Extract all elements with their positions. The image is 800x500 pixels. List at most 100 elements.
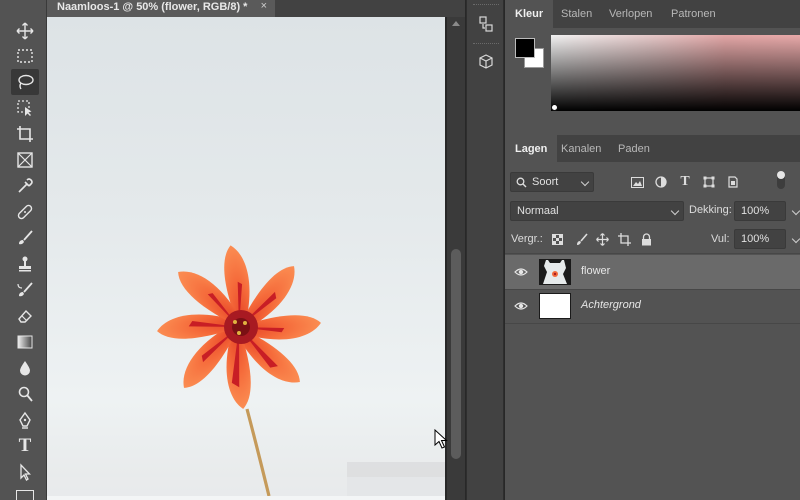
opacity-input[interactable]: 100% <box>734 201 800 221</box>
lock-position-icon[interactable] <box>594 231 610 247</box>
layer-filter-label: Soort <box>532 176 559 188</box>
scroll-thumb[interactable] <box>451 249 461 459</box>
eyedropper-tool[interactable] <box>11 173 39 199</box>
eye-icon[interactable] <box>514 299 528 313</box>
fill-label: Vul: <box>711 233 730 245</box>
clone-stamp-tool[interactable] <box>11 251 39 277</box>
chevron-down-icon <box>670 206 680 216</box>
lasso-tool[interactable] <box>11 69 39 95</box>
eyedropper-icon <box>18 178 33 193</box>
layer-thumbnail <box>539 259 571 285</box>
tab-kleur[interactable]: Kleur <box>505 0 554 28</box>
opacity-value: 100% <box>741 205 770 217</box>
layer-filter-select[interactable]: Soort <box>510 172 594 192</box>
layer-thumbnail <box>539 293 571 319</box>
tab-verlopen[interactable]: Verlopen <box>599 0 662 28</box>
object-selection-tool[interactable] <box>11 95 39 121</box>
crop-tool[interactable] <box>11 121 39 147</box>
brush-tool[interactable] <box>11 225 39 251</box>
bandage-icon <box>17 204 33 220</box>
color-spectrum[interactable] <box>551 35 800 111</box>
blur-tool[interactable] <box>11 355 39 381</box>
3d-panel-button[interactable] <box>472 48 500 76</box>
smart-object-filter-icon[interactable] <box>725 174 741 190</box>
filter-toggle-switch[interactable] <box>777 171 785 189</box>
document-title: Naamloos-1 @ 50% (flower, RGB/8) * <box>57 1 248 13</box>
blend-mode-select[interactable]: Normaal <box>510 201 684 221</box>
frame-tool[interactable] <box>11 147 39 173</box>
history-panel-button[interactable] <box>472 10 500 38</box>
lock-image-pixels-icon[interactable] <box>573 231 589 247</box>
history-brush-tool[interactable] <box>11 277 39 303</box>
dodge-icon <box>18 386 33 402</box>
spectrum-picker-marker[interactable] <box>551 104 558 111</box>
search-icon <box>516 177 527 188</box>
layer-separator <box>505 323 800 324</box>
lock-label: Vergr.: <box>511 233 543 245</box>
filter-toggle-knob <box>777 171 785 179</box>
blend-mode-value: Normaal <box>517 205 559 217</box>
vertical-scrollbar[interactable] <box>447 17 465 500</box>
tab-stalen[interactable]: Stalen <box>551 0 602 28</box>
layers-panel: Soort T Normaal Dekking: 100% Vergr.: Vu… <box>505 162 800 500</box>
brush-icon <box>19 230 33 245</box>
tab-patronen[interactable]: Patronen <box>661 0 726 28</box>
move-tool[interactable] <box>11 18 39 44</box>
document-tabbar <box>275 0 465 17</box>
path-selection-tool[interactable] <box>11 459 39 485</box>
panel-dock <box>466 0 504 500</box>
color-panel-tabs: Kleur Stalen Verlopen Patronen <box>505 0 800 28</box>
image-filter-icon[interactable] <box>629 174 645 190</box>
history-brush-icon <box>17 282 33 297</box>
chevron-down-icon <box>580 177 590 187</box>
tools-panel: T <box>0 0 47 500</box>
scroll-up-icon[interactable] <box>452 21 460 26</box>
rectangle-tool-icon[interactable] <box>16 490 34 500</box>
flower-image <box>47 245 445 496</box>
object-select-icon <box>17 100 32 116</box>
layer-name[interactable]: Achtergrond <box>581 299 641 311</box>
type-tool[interactable]: T <box>11 433 39 459</box>
eye-icon[interactable] <box>514 265 528 279</box>
adjustment-filter-icon[interactable] <box>653 174 669 190</box>
close-document-icon[interactable]: × <box>261 0 267 12</box>
canvas-area[interactable] <box>47 17 465 500</box>
lasso-icon <box>18 74 34 90</box>
marquee-icon <box>17 49 33 63</box>
lock-transparent-pixels-icon[interactable] <box>549 231 565 247</box>
layer-row-achtergrond[interactable]: Achtergrond <box>505 289 800 323</box>
fill-input[interactable]: 100% <box>734 229 800 249</box>
arrow-icon <box>20 463 32 481</box>
gradient-tool[interactable] <box>11 329 39 355</box>
foreground-color-swatch[interactable] <box>515 38 535 58</box>
shape-filter-icon[interactable] <box>701 174 717 190</box>
stamp-icon <box>19 256 31 272</box>
tab-kanalen[interactable]: Kanalen <box>551 135 611 163</box>
dock-grip[interactable] <box>473 4 499 7</box>
drop-icon <box>20 361 30 376</box>
document-canvas[interactable] <box>47 17 445 496</box>
opacity-label: Dekking: <box>689 204 732 216</box>
document-tab[interactable]: Naamloos-1 @ 50% (flower, RGB/8) * × <box>47 0 275 17</box>
canvas-bottom-edge <box>47 496 445 500</box>
crop-icon <box>17 126 33 142</box>
tab-lagen[interactable]: Lagen <box>505 135 558 163</box>
dodge-tool[interactable] <box>11 381 39 407</box>
fill-dropdown-icon[interactable] <box>791 234 800 244</box>
healing-brush-tool[interactable] <box>11 199 39 225</box>
pen-tool[interactable] <box>11 407 39 433</box>
lock-all-icon[interactable] <box>638 231 654 247</box>
marquee-tool[interactable] <box>11 43 39 69</box>
lock-artboard-icon[interactable] <box>616 231 632 247</box>
move-icon <box>16 22 34 40</box>
type-icon: T <box>18 435 32 456</box>
eraser-tool[interactable] <box>11 303 39 329</box>
layers-panel-tabs: Lagen Kanalen Paden <box>505 135 800 163</box>
layer-name[interactable]: flower <box>581 265 610 277</box>
layer-row-flower[interactable]: flower <box>505 255 800 289</box>
tab-paden[interactable]: Paden <box>608 135 660 163</box>
opacity-dropdown-icon[interactable] <box>791 206 800 216</box>
type-filter-icon[interactable]: T <box>677 174 693 190</box>
pen-icon <box>19 411 31 429</box>
eraser-icon <box>18 309 32 323</box>
